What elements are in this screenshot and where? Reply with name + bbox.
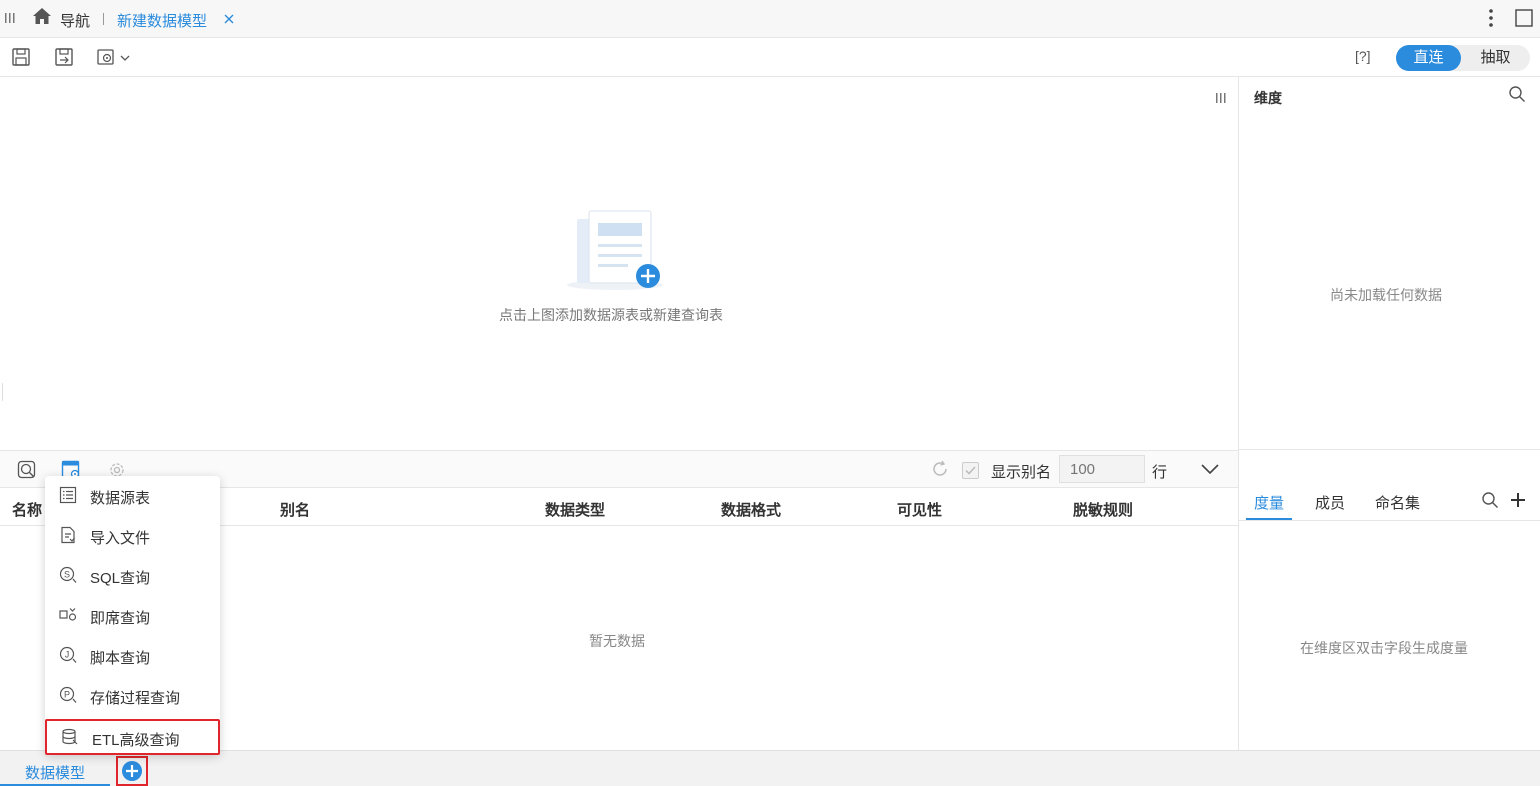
column-header-alias[interactable]: 别名 [280, 499, 310, 520]
adhoc-query-icon [59, 606, 77, 624]
dimension-title: 维度 [1254, 90, 1282, 106]
svg-text:J: J [65, 650, 70, 660]
main-toolbar: [?] 直连 抽取 [0, 38, 1540, 77]
add-data-source-icon[interactable] [565, 207, 665, 297]
dimension-empty-text: 尚未加载任何数据 [1330, 287, 1442, 303]
script-query-icon: J [59, 646, 77, 664]
add-measure-icon[interactable] [1509, 491, 1527, 509]
column-header-data-type[interactable]: 数据类型 [545, 499, 605, 520]
column-handle-icon[interactable] [1215, 92, 1227, 104]
add-model-button[interactable] [116, 756, 148, 786]
measure-search-icon[interactable] [1481, 491, 1499, 509]
svg-text:S: S [64, 570, 70, 580]
menu-item-label: 存储过程查询 [90, 690, 181, 707]
active-tab-label[interactable]: 新建数据模型 [117, 10, 207, 31]
menu-item-label: 脚本查询 [90, 650, 151, 667]
menu-item-sql-query[interactable]: S SQL查询 [45, 556, 220, 596]
table-list-icon [59, 486, 77, 504]
panel-divider [1239, 449, 1540, 450]
menu-item-label: 数据源表 [90, 490, 151, 507]
canvas-hint: 点击上图添加数据源表或新建查询表 [499, 307, 723, 323]
tab-named-set[interactable]: 命名集 [1375, 492, 1420, 513]
bottom-tab-bar: 数据模型 [0, 750, 1540, 786]
search-icon[interactable] [1508, 85, 1526, 103]
menu-item-label: 导入文件 [90, 530, 151, 547]
rows-unit-label: 行 [1152, 464, 1168, 481]
settings-dropdown-icon[interactable] [97, 47, 133, 67]
refresh-icon[interactable] [930, 459, 950, 479]
column-header-data-format[interactable]: 数据格式 [721, 499, 781, 520]
data-model-tab[interactable]: 数据模型 [25, 762, 85, 783]
home-icon[interactable] [32, 7, 52, 25]
drag-handle-icon[interactable] [4, 12, 16, 24]
mode-direct-button[interactable]: 直连 [1396, 45, 1461, 71]
save-as-icon[interactable] [54, 47, 74, 67]
menu-item-label: 即席查询 [90, 610, 151, 627]
menu-item-script-query[interactable]: J 脚本查询 [45, 636, 220, 676]
menu-item-adhoc-query[interactable]: 即席查询 [45, 596, 220, 636]
mode-extract-button[interactable]: 抽取 [1463, 45, 1528, 71]
etl-query-icon [61, 728, 79, 746]
column-header-masking-rule[interactable]: 脱敏规则 [1073, 499, 1133, 520]
menu-item-data-source-table[interactable]: 数据源表 [45, 476, 220, 516]
tabs-divider [1239, 520, 1540, 521]
maximize-icon[interactable] [1515, 9, 1533, 27]
right-panel: 维度 尚未加载任何数据 度量 成员 命名集 在维度区双击字段生成度量 [1238, 77, 1540, 750]
save-icon[interactable] [11, 47, 31, 67]
chevron-down-icon[interactable] [1200, 462, 1220, 476]
menu-item-import-file[interactable]: 导入文件 [45, 516, 220, 556]
menu-item-procedure-query[interactable]: P 存储过程查询 [45, 676, 220, 716]
menu-item-etl-query[interactable]: ETL高级查询 [45, 719, 220, 755]
help-button[interactable]: [?] [1355, 48, 1371, 64]
tab-measure[interactable]: 度量 [1254, 492, 1284, 513]
search-field-icon[interactable] [17, 460, 37, 480]
show-alias-checkbox[interactable] [962, 462, 979, 479]
show-alias-label: 显示别名 [991, 464, 1052, 481]
menu-item-label: ETL高级查询 [92, 732, 180, 749]
row-count-input[interactable] [1059, 455, 1145, 483]
table-empty-text: 暂无数据 [589, 633, 645, 649]
tab-member[interactable]: 成员 [1315, 492, 1345, 513]
add-source-menu: 数据源表 导入文件 S SQL查询 即席查询 J 脚本查询 P 存储过程查询 E… [45, 476, 220, 755]
nav-tab-label[interactable]: 导航 [60, 10, 90, 31]
tab-divider [103, 13, 104, 25]
top-tab-bar: 导航 新建数据模型 [0, 0, 1540, 38]
procedure-query-icon: P [59, 686, 77, 704]
column-header-name[interactable]: 名称 [12, 499, 42, 520]
column-header-visibility[interactable]: 可见性 [897, 499, 942, 520]
svg-text:P: P [64, 690, 70, 700]
splitter-mark [2, 383, 3, 401]
more-options-icon[interactable] [1488, 8, 1494, 28]
menu-item-label: SQL查询 [90, 570, 151, 587]
sql-query-icon: S [59, 566, 77, 584]
close-tab-icon[interactable] [223, 13, 235, 25]
measure-empty-text: 在维度区双击字段生成度量 [1300, 640, 1468, 656]
file-import-icon [59, 526, 77, 544]
tab-measure-underline [1246, 518, 1292, 520]
